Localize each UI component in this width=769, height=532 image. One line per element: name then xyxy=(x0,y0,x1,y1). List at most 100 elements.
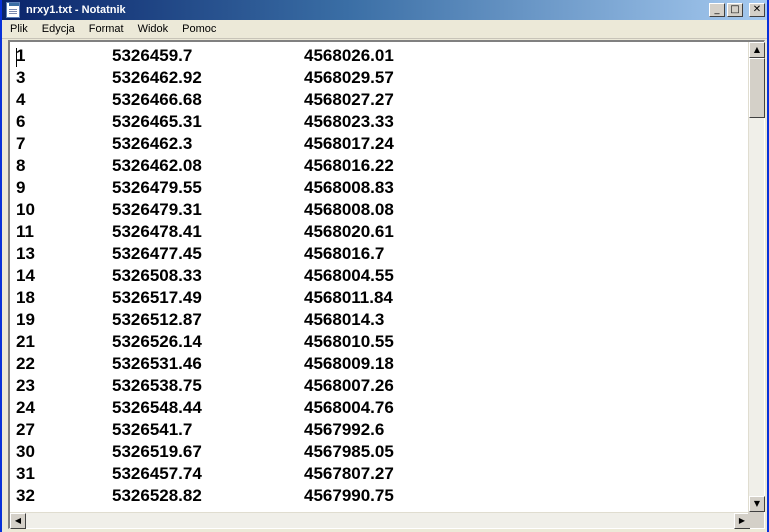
x-coordinate: 5326517.49 xyxy=(112,288,202,307)
y-coordinate: 4568004.76 xyxy=(304,398,394,417)
point-number: 7 xyxy=(16,134,26,153)
point-number: 11 xyxy=(16,222,34,241)
point-number: 32 xyxy=(16,486,35,505)
text-line: 8 5326462.08 4568016.22 xyxy=(16,155,750,177)
x-coordinate: 5326479.31 xyxy=(112,200,202,219)
arrow-up-icon: ▲ xyxy=(753,45,761,54)
point-number: 30 xyxy=(16,442,35,461)
arrow-right-icon: ▶ xyxy=(738,516,746,525)
y-coordinate: 4568009.18 xyxy=(304,354,394,373)
text-line: 1 5326459.7 4568026.01 xyxy=(16,45,750,67)
x-coordinate: 5326466.68 xyxy=(112,90,202,109)
text-line: 6 5326465.31 4568023.33 xyxy=(16,111,750,133)
y-coordinate: 4567985.05 xyxy=(304,442,394,461)
point-number: 1 xyxy=(16,46,26,65)
x-coordinate: 5326462.3 xyxy=(112,134,193,153)
y-coordinate: 4568016.22 xyxy=(304,156,394,175)
notepad-icon[interactable] xyxy=(6,2,20,18)
y-coordinate: 4568017.24 xyxy=(304,134,394,153)
menu-edycja[interactable]: Edycja xyxy=(34,23,81,35)
x-coordinate: 5326477.45 xyxy=(112,244,202,263)
y-coordinate: 4568008.83 xyxy=(304,178,394,197)
text-editor[interactable]: 1 5326459.7 4568026.01 3 5326462.92 4568029.5… xyxy=(8,40,765,529)
point-number: 8 xyxy=(16,156,26,175)
y-coordinate: 4567990.75 xyxy=(304,486,394,505)
point-number: 3 xyxy=(16,68,26,87)
y-coordinate: 4568020.61 xyxy=(304,222,394,241)
horizontal-scrollbar[interactable]: ◀ ▶ xyxy=(10,512,750,529)
y-coordinate: 4568008.08 xyxy=(304,200,394,219)
minimize-button[interactable]: _ xyxy=(709,3,725,17)
y-coordinate: 4567992.6 xyxy=(304,420,385,439)
arrow-down-icon: ▼ xyxy=(753,499,761,508)
maximize-button[interactable]: □ xyxy=(727,3,743,17)
menu-format[interactable]: Format xyxy=(81,23,130,35)
x-coordinate: 5326508.33 xyxy=(112,266,202,285)
title-bar[interactable]: nrxy1.txt - Notatnik _ □ ✕ xyxy=(2,0,767,20)
x-coordinate: 5326478.41 xyxy=(112,222,202,241)
scrollbar-corner xyxy=(748,512,764,528)
close-icon: ✕ xyxy=(752,4,762,15)
text-line: 4 5326466.68 4568027.27 xyxy=(16,89,750,111)
y-coordinate: 4568011.84 xyxy=(304,288,393,307)
x-coordinate: 5326457.74 xyxy=(112,464,202,483)
point-number: 13 xyxy=(16,244,35,263)
menu-widok[interactable]: Widok xyxy=(130,23,175,35)
y-coordinate: 4568027.27 xyxy=(304,90,394,109)
scroll-down-button[interactable]: ▼ xyxy=(749,496,765,512)
text-line: 10 5326479.31 4568008.08 xyxy=(16,199,750,221)
text-line: 32 5326528.82 4567990.75 xyxy=(16,485,750,507)
text-line: 23 5326538.75 4568007.26 xyxy=(16,375,750,397)
scroll-left-button[interactable]: ◀ xyxy=(10,513,26,529)
close-button[interactable]: ✕ xyxy=(749,3,765,17)
x-coordinate: 5326462.92 xyxy=(112,68,202,87)
window-title: nrxy1.txt - Notatnik xyxy=(26,4,126,16)
point-number: 31 xyxy=(16,464,35,483)
point-number: 21 xyxy=(16,332,35,351)
x-coordinate: 5326459.7 xyxy=(112,46,193,65)
point-number: 27 xyxy=(16,420,35,439)
y-coordinate: 4568004.55 xyxy=(304,266,394,285)
y-coordinate: 4567807.27 xyxy=(304,464,394,483)
y-coordinate: 4568010.55 xyxy=(304,332,394,351)
x-coordinate: 5326479.55 xyxy=(112,178,202,197)
point-number: 19 xyxy=(16,310,35,329)
x-coordinate: 5326531.46 xyxy=(112,354,202,373)
text-line: 14 5326508.33 4568004.55 xyxy=(16,265,750,287)
scroll-up-button[interactable]: ▲ xyxy=(749,42,765,58)
menu-plik[interactable]: Plik xyxy=(2,23,34,35)
text-line: 19 5326512.87 4568014.3 xyxy=(16,309,750,331)
x-coordinate: 5326512.87 xyxy=(112,310,202,329)
text-line: 21 5326526.14 4568010.55 xyxy=(16,331,750,353)
vertical-scrollbar[interactable]: ▲ ▼ xyxy=(748,42,765,512)
x-coordinate: 5326465.31 xyxy=(112,112,202,131)
x-coordinate: 5326519.67 xyxy=(112,442,202,461)
point-number: 18 xyxy=(16,288,35,307)
arrow-left-icon: ◀ xyxy=(14,516,22,525)
text-line: 24 5326548.44 4568004.76 xyxy=(16,397,750,419)
maximize-icon: □ xyxy=(730,4,740,15)
x-coordinate: 5326541.7 xyxy=(112,420,193,439)
notepad-window: nrxy1.txt - Notatnik _ □ ✕ Plik Edycja F… xyxy=(0,0,769,532)
caption-buttons: _ □ ✕ xyxy=(709,3,765,17)
x-coordinate: 5326538.75 xyxy=(112,376,202,395)
y-coordinate: 4568007.26 xyxy=(304,376,394,395)
point-number: 24 xyxy=(16,398,35,417)
x-coordinate: 5326526.14 xyxy=(112,332,202,351)
y-coordinate: 4568026.01 xyxy=(304,46,394,65)
point-number: 23 xyxy=(16,376,35,395)
y-coordinate: 4568029.57 xyxy=(304,68,394,87)
y-coordinate: 4568014.3 xyxy=(304,310,385,329)
text-line: 3 5326462.92 4568029.57 xyxy=(16,67,750,89)
point-number: 22 xyxy=(16,354,35,373)
text-line: 27 5326541.7 4567992.6 xyxy=(16,419,750,441)
text-line: 30 5326519.67 4567985.05 xyxy=(16,441,750,463)
text-content[interactable]: 1 5326459.7 4568026.01 3 5326462.92 4568029.5… xyxy=(10,42,750,512)
text-line: 31 5326457.74 4567807.27 xyxy=(16,463,750,485)
text-line: 18 5326517.49 4568011.84 xyxy=(16,287,750,309)
vertical-scroll-thumb[interactable] xyxy=(749,58,765,118)
y-coordinate: 4568016.7 xyxy=(304,244,385,263)
menu-pomoc[interactable]: Pomoc xyxy=(174,23,222,35)
point-number: 14 xyxy=(16,266,35,285)
text-line: 13 5326477.45 4568016.7 xyxy=(16,243,750,265)
